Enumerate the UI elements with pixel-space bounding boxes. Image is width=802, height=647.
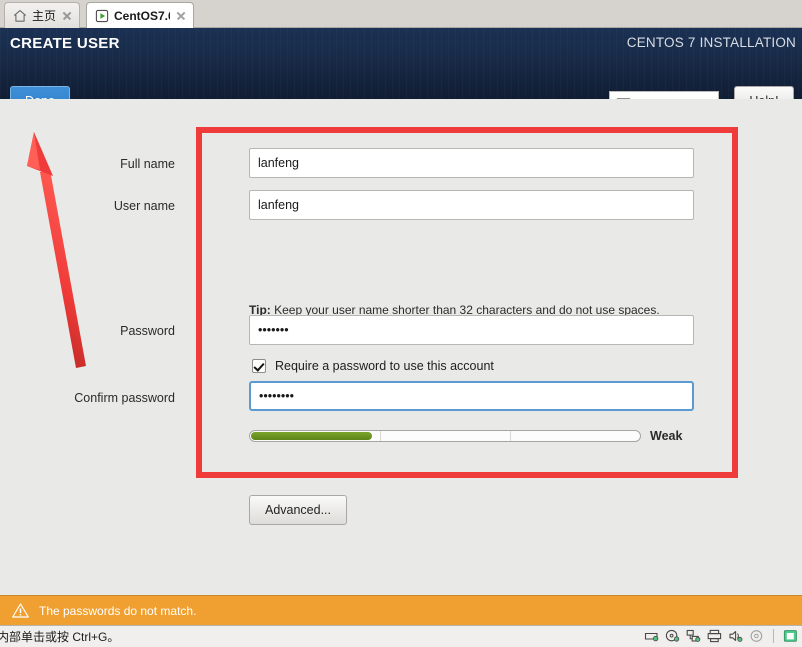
home-icon xyxy=(14,9,26,22)
password-strength-fill xyxy=(251,432,372,440)
network-adapter-icon[interactable] xyxy=(686,629,701,643)
confirm-password-input[interactable] xyxy=(249,381,694,411)
tab-strip: 主页 CentOS7.6 xyxy=(0,0,802,28)
confirm-password-label: Confirm password xyxy=(74,391,175,405)
tab-centos-close-icon[interactable] xyxy=(175,10,187,22)
warning-message: The passwords do not match. xyxy=(39,603,197,618)
usb-device-icon[interactable] xyxy=(749,629,764,643)
password-label: Password xyxy=(120,324,175,338)
status-bar-icons xyxy=(644,629,798,643)
advanced-button-label: Advanced... xyxy=(264,503,331,517)
hard-disk-icon[interactable] xyxy=(644,629,659,643)
anaconda-installer: CREATE USER CENTOS 7 INSTALLATION Done xyxy=(0,28,802,625)
tab-home-close-icon[interactable] xyxy=(61,10,73,22)
require-password-checkbox[interactable] xyxy=(252,359,266,373)
sound-card-icon[interactable] xyxy=(728,629,743,643)
full-name-input[interactable] xyxy=(249,148,694,178)
require-password-checkbox-row[interactable]: Require a password to use this account xyxy=(252,359,494,373)
warning-bar: The passwords do not match. xyxy=(0,595,802,625)
status-divider xyxy=(773,629,774,643)
user-name-label: User name xyxy=(113,199,175,213)
tab-centos[interactable]: CentOS7.6 xyxy=(86,2,194,28)
page-title: CREATE USER xyxy=(10,35,120,52)
vm-icon xyxy=(95,9,109,22)
installer-header: CREATE USER CENTOS 7 INSTALLATION Done xyxy=(0,28,802,116)
warning-triangle-icon xyxy=(12,603,29,618)
password-strength-track xyxy=(249,430,641,442)
display-icon[interactable] xyxy=(783,629,798,643)
password-strength-label: Weak xyxy=(650,429,683,443)
full-name-label: Full name xyxy=(120,157,175,171)
require-password-label: Require a password to use this account xyxy=(275,359,494,373)
printer-icon[interactable] xyxy=(707,629,722,643)
user-name-input[interactable] xyxy=(249,190,694,220)
status-message: 内部单击或按 Ctrl+G。 xyxy=(0,630,120,644)
tab-home-label: 主页 xyxy=(32,9,56,23)
password-strength-meter: Weak xyxy=(249,429,694,443)
advanced-button[interactable]: Advanced... xyxy=(249,495,347,525)
vmware-status-bar: 内部单击或按 Ctrl+G。 xyxy=(0,625,802,647)
product-title: CENTOS 7 INSTALLATION xyxy=(626,35,796,50)
password-input[interactable] xyxy=(249,315,694,345)
cd-dvd-icon[interactable] xyxy=(665,629,680,643)
tab-home[interactable]: 主页 xyxy=(4,2,80,28)
create-user-form: Full name User name Tip: Keep your user … xyxy=(0,99,802,625)
tab-centos-label: CentOS7.6 xyxy=(114,8,170,23)
vmware-window: 主页 CentOS7.6 CREATE USER CENTOS 7 INSTAL… xyxy=(0,0,802,647)
